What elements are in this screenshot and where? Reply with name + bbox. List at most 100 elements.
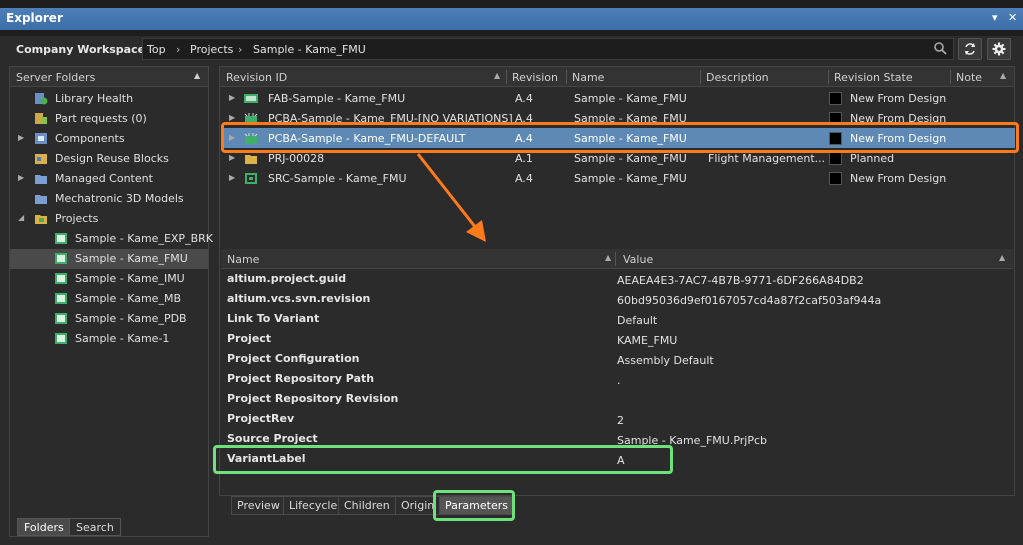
sidebar-item-kame-pdb[interactable]: Sample - Kame_PDB bbox=[10, 309, 208, 329]
column-divider bbox=[506, 70, 507, 84]
tab-lifecycle[interactable]: Lifecycle bbox=[283, 496, 344, 515]
search-icon[interactable] bbox=[934, 42, 948, 56]
breadcrumb-separator: › bbox=[238, 43, 243, 56]
close-icon[interactable]: ✕ bbox=[1008, 11, 1017, 24]
expand-icon[interactable]: ▶ bbox=[229, 113, 235, 122]
state-color-swatch bbox=[829, 172, 842, 185]
expand-icon[interactable]: ▶ bbox=[229, 153, 235, 162]
column-revision[interactable]: Revision bbox=[512, 71, 558, 84]
sidebar-item-label: Sample - Kame_IMU bbox=[75, 272, 185, 285]
state-color-swatch bbox=[829, 92, 842, 105]
project-icon bbox=[55, 273, 67, 284]
parameter-row[interactable]: Project Repository Revision bbox=[221, 389, 1013, 409]
parameter-row[interactable]: altium.project.guid AEAEA4E3-7AC7-4B7B-9… bbox=[221, 269, 1013, 289]
fab-icon bbox=[244, 94, 258, 103]
cell-name: Sample - Kame_FMU bbox=[574, 152, 687, 165]
sidebar-item-kame-imu[interactable]: Sample - Kame_IMU bbox=[10, 269, 208, 289]
cell-name: Sample - Kame_FMU bbox=[574, 92, 687, 105]
sidebar-item-kame-fmu[interactable]: Sample - Kame_FMU bbox=[10, 249, 208, 269]
server-folders-title: Server Folders bbox=[16, 71, 96, 84]
server-folders-header: Server Folders ▲ bbox=[10, 67, 208, 87]
sidebar-item-label: Mechatronic 3D Models bbox=[55, 192, 184, 205]
column-param-value[interactable]: Value bbox=[623, 253, 653, 266]
gear-icon bbox=[992, 42, 1006, 56]
sidebar-item-projects[interactable]: ◢ Projects bbox=[10, 209, 208, 229]
expand-icon[interactable]: ▶ bbox=[18, 133, 24, 142]
cell-revision: A.1 bbox=[515, 152, 533, 165]
settings-button[interactable] bbox=[987, 38, 1011, 60]
column-param-name[interactable]: Name bbox=[227, 253, 259, 266]
param-name: Project Repository Revision bbox=[227, 392, 399, 405]
expand-icon[interactable]: ▶ bbox=[229, 173, 235, 182]
column-note[interactable]: Note bbox=[956, 71, 982, 84]
workspace-dropdown[interactable]: Company Workspace ▾ bbox=[16, 43, 154, 56]
column-divider bbox=[566, 70, 567, 84]
sidebar-item-label: Projects bbox=[55, 212, 99, 225]
server-folders-panel: Server Folders ▲ Library Health Part req… bbox=[9, 66, 213, 537]
tab-search[interactable]: Search bbox=[69, 518, 121, 536]
tab-children[interactable]: Children bbox=[338, 496, 396, 515]
scroll-up-icon[interactable]: ▲ bbox=[1000, 71, 1006, 80]
tab-preview[interactable]: Preview bbox=[231, 496, 286, 515]
cell-revision-id: PRJ-00028 bbox=[268, 152, 325, 165]
grid-header: Revision ID ▲ Revision Name Description … bbox=[220, 67, 1014, 87]
table-row[interactable]: ▶ FAB-Sample - Kame_FMU A.4 Sample - Kam… bbox=[221, 88, 1015, 108]
sidebar-item-library-health[interactable]: Library Health bbox=[10, 89, 208, 109]
column-divider bbox=[615, 252, 616, 266]
scroll-up-icon[interactable]: ▲ bbox=[194, 71, 200, 80]
param-name: Project bbox=[227, 332, 272, 345]
param-value: 60bd95036d9ef0167057cd4a87f2caf503af944a bbox=[617, 294, 882, 307]
folder-icon bbox=[35, 195, 47, 204]
sidebar-item-kame-mb[interactable]: Sample - Kame_MB bbox=[10, 289, 208, 309]
prj-icon bbox=[245, 155, 257, 164]
param-value: AEAEA4E3-7AC7-4B7B-9771-6DF266A84DB2 bbox=[617, 274, 864, 287]
sidebar-item-label: Part requests (0) bbox=[55, 112, 147, 125]
parameter-row[interactable]: ProjectRev 2 bbox=[221, 409, 1013, 429]
table-row[interactable]: ▶ SRC-Sample - Kame_FMU A.4 Sample - Kam… bbox=[221, 168, 1015, 188]
column-description[interactable]: Description bbox=[706, 71, 769, 84]
param-value: KAME_FMU bbox=[617, 334, 678, 347]
parameter-row[interactable]: altium.vcs.svn.revision 60bd95036d9ef016… bbox=[221, 289, 1013, 309]
refresh-button[interactable] bbox=[958, 38, 982, 60]
sidebar-item-kame-1[interactable]: Sample - Kame-1 bbox=[10, 329, 208, 349]
breadcrumb: Top › Projects › Sample - Kame_FMU bbox=[142, 38, 954, 60]
cell-description: Flight Management... bbox=[708, 152, 826, 165]
parameter-row[interactable]: Project Repository Path . bbox=[221, 369, 1013, 389]
sidebar-item-mechatronic-3d-models[interactable]: Mechatronic 3D Models bbox=[10, 189, 208, 209]
sidebar-item-part-requests[interactable]: Part requests (0) bbox=[10, 109, 208, 129]
breadcrumb-top[interactable]: Top bbox=[147, 43, 166, 56]
window-title: Explorer bbox=[6, 11, 63, 25]
expand-icon[interactable]: ▶ bbox=[18, 173, 24, 182]
variant-label-highlight bbox=[213, 445, 673, 474]
sidebar-item-label: Sample - Kame_MB bbox=[75, 292, 181, 305]
parameter-row[interactable]: Link To Variant Default bbox=[221, 309, 1013, 329]
expand-icon[interactable]: ▶ bbox=[229, 93, 235, 102]
param-name: Project Configuration bbox=[227, 352, 360, 365]
column-revision-id[interactable]: Revision ID bbox=[226, 71, 287, 84]
pin-icon[interactable]: ▾ bbox=[992, 11, 998, 24]
parameter-row[interactable]: Project Configuration Assembly Default bbox=[221, 349, 1013, 369]
cell-name: Sample - Kame_FMU bbox=[574, 172, 687, 185]
tab-folders[interactable]: Folders bbox=[17, 518, 71, 536]
scroll-up-icon[interactable]: ▲ bbox=[999, 253, 1005, 262]
column-divider bbox=[950, 70, 951, 84]
state-color-swatch bbox=[829, 152, 842, 165]
parameter-row[interactable]: Project KAME_FMU bbox=[221, 329, 1013, 349]
sidebar-item-components[interactable]: ▶ Components bbox=[10, 129, 208, 149]
breadcrumb-projects[interactable]: Projects bbox=[190, 43, 233, 56]
breadcrumb-sample[interactable]: Sample - Kame_FMU bbox=[253, 43, 366, 56]
sidebar-item-managed-content[interactable]: ▶ Managed Content bbox=[10, 169, 208, 189]
cell-revision-state: New From Design bbox=[850, 172, 947, 185]
sidebar-item-label: Components bbox=[55, 132, 125, 145]
cell-revision-state: New From Design bbox=[850, 92, 947, 105]
cell-revision: A.4 bbox=[515, 172, 533, 185]
parameters-tab-highlight bbox=[433, 490, 515, 521]
param-value: Assembly Default bbox=[617, 354, 714, 367]
chevron-down-icon[interactable]: ◢ bbox=[18, 213, 24, 222]
column-name[interactable]: Name bbox=[572, 71, 604, 84]
column-revision-state[interactable]: Revision State bbox=[834, 71, 913, 84]
column-divider bbox=[700, 70, 701, 84]
param-value: Default bbox=[617, 314, 658, 327]
sidebar-item-design-reuse-blocks[interactable]: Design Reuse Blocks bbox=[10, 149, 208, 169]
sidebar-item-kame-exp-brk[interactable]: Sample - Kame_EXP_BRK bbox=[10, 229, 213, 249]
